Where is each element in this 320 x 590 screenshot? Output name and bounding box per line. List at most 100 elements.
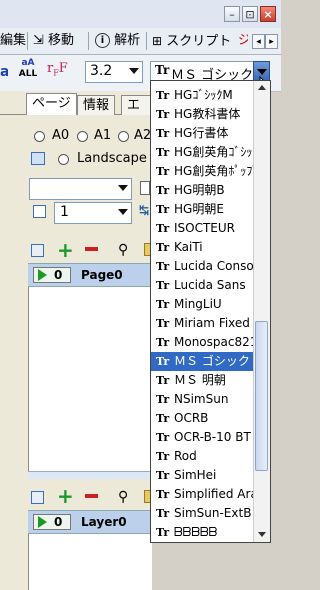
scroll-down-icon[interactable] [258, 532, 266, 537]
font-option[interactable]: Tr HG明朝E [151, 200, 255, 219]
add-page-button[interactable]: + [57, 238, 74, 262]
copy-page-icon[interactable] [31, 244, 44, 257]
font-option[interactable]: Tr OCR-B-10 BT [151, 428, 255, 447]
font-option[interactable]: Tr Monospac821 [151, 333, 255, 352]
scrollbar-thumb[interactable] [255, 321, 268, 471]
font-dropdown-list[interactable]: TrHGｺﾞｼｯｸMTrHG教科書体TrHG行書体TrHG創英角ｺﾞｼｯｸUBT… [150, 80, 271, 543]
remove-layer-button[interactable] [85, 494, 98, 498]
font-option[interactable]: Tr ＭＳ 明朝 [151, 371, 255, 390]
font-option-label: HG創英角ﾎﾟｯﾌﾟ体 [174, 164, 255, 178]
font-option[interactable]: Tr ᗷᗷᗷᗷᗷ [151, 523, 255, 542]
truetype-icon: Tr [156, 184, 170, 197]
font-format-icon[interactable]: rFF [47, 61, 68, 78]
font-option[interactable]: Tr HGｺﾞｼｯｸM [151, 86, 255, 105]
radio-a0[interactable] [34, 131, 45, 142]
chevron-down-icon [129, 68, 139, 74]
close-button[interactable]: × [260, 6, 276, 22]
chevron-down-icon [118, 209, 128, 215]
radio-a0-label: A0 [52, 128, 70, 143]
paper-select[interactable] [29, 178, 132, 200]
truetype-icon: Tr [156, 469, 170, 482]
font-option[interactable]: Tr HG創英角ｺﾞｼｯｸUB [151, 143, 255, 162]
truetype-icon: Tr [156, 146, 170, 159]
menu-separator [88, 32, 89, 50]
font-option[interactable]: Tr SimSun-ExtB [151, 504, 255, 523]
truetype-icon: Tr [156, 298, 170, 311]
ruler-icon[interactable]: ↹ [139, 203, 149, 217]
page-setup-icon[interactable] [140, 181, 150, 195]
restore-button[interactable]: ⊡ [242, 6, 258, 22]
truetype-icon: Tr [156, 127, 170, 140]
tab-edit[interactable]: エデ [121, 95, 152, 115]
menu-separator [27, 32, 28, 50]
page-number-select[interactable]: 1 [54, 202, 132, 224]
menu-edit[interactable]: 編集 [0, 31, 26, 51]
menu-move-label: 移動 [48, 33, 75, 48]
font-option[interactable]: Tr ISOCTEUR [151, 219, 255, 238]
font-option-label: OCR-B-10 BT [174, 430, 251, 444]
layer-properties-icon[interactable]: ⚲ [118, 489, 128, 505]
radio-a2[interactable] [118, 131, 129, 142]
chevron-down-icon [118, 185, 128, 191]
font-option-label: SimSun-ExtB [174, 506, 252, 520]
remove-page-button[interactable] [85, 247, 98, 251]
all-label: ALL [18, 69, 38, 79]
font-option-label: Rod [174, 449, 197, 463]
layer-name: Layer0 [81, 515, 127, 529]
font-option[interactable]: Tr Lucida Sans [151, 276, 255, 295]
font-size-select[interactable]: 3.2 [85, 61, 143, 83]
menu-separator [146, 32, 147, 50]
menu-move[interactable]: ⇲ 移動 [33, 31, 74, 51]
text-size-icon[interactable]: a [0, 58, 8, 86]
splitter[interactable] [28, 471, 152, 479]
scroll-up-icon[interactable] [258, 85, 266, 90]
page-properties-icon[interactable]: ⚲ [118, 242, 128, 258]
truetype-icon: Tr [156, 488, 170, 501]
font-option[interactable]: Tr KaiTi [151, 238, 255, 257]
font-option[interactable]: Tr Miriam Fixed [151, 314, 255, 333]
page-number-value: 1 [60, 204, 69, 220]
truetype-icon: Tr [156, 222, 170, 235]
tab-info[interactable]: 情報 [77, 95, 116, 115]
menu-scroll-left[interactable]: ◂ [252, 34, 265, 49]
font-option[interactable]: Tr OCRB [151, 409, 255, 428]
truetype-icon: Tr [156, 355, 170, 368]
layer-visibility-toggle[interactable]: 0 [33, 514, 71, 530]
page-name: Page0 [81, 268, 123, 282]
font-option[interactable]: Tr HG創英角ﾎﾟｯﾌﾟ体 [151, 162, 255, 181]
dropdown-scrollbar[interactable] [253, 81, 270, 542]
truetype-icon: Tr [156, 279, 170, 292]
font-option[interactable]: Tr HG明朝B [151, 181, 255, 200]
play-icon [38, 516, 47, 528]
font-option[interactable]: Tr HG行書体 [151, 124, 255, 143]
font-option[interactable]: Tr SimHei [151, 466, 255, 485]
chevron-down-icon [257, 69, 267, 75]
font-option[interactable]: Tr HG教科書体 [151, 105, 255, 124]
add-layer-button[interactable]: + [57, 484, 74, 508]
font-option-label: ＭＳ ゴシック [174, 354, 250, 368]
copy-layer-icon[interactable] [31, 491, 44, 504]
radio-a1[interactable] [77, 131, 88, 142]
font-option-label: Simplified Arabic [174, 487, 255, 501]
font-option[interactable]: Tr MingLiU [151, 295, 255, 314]
menu-analyze[interactable]: i 解析 [95, 31, 140, 51]
all-fonts-icon[interactable]: aA ALL [17, 58, 39, 86]
minimize-button[interactable]: – [224, 6, 240, 22]
page-visibility-toggle[interactable]: 0 [33, 267, 71, 283]
font-option-label: NSimSun [174, 392, 229, 406]
font-option-label: SimHei [174, 468, 217, 482]
font-option-label: HG創英角ｺﾞｼｯｸUB [174, 145, 255, 159]
font-option[interactable]: Tr ＭＳ ゴシック [151, 352, 255, 371]
menu-overflow-item[interactable]: ジ [238, 31, 248, 51]
font-option[interactable]: Tr NSimSun [151, 390, 255, 409]
radio-landscape[interactable] [58, 154, 69, 165]
font-option[interactable]: Tr Lucida Console [151, 257, 255, 276]
font-option[interactable]: Tr Simplified Arabic [151, 485, 255, 504]
font-option[interactable]: Tr Rod [151, 447, 255, 466]
menu-scroll-right[interactable]: ▸ [265, 34, 278, 49]
truetype-icon: Tr [156, 431, 170, 444]
tab-page[interactable]: ページ [26, 93, 77, 115]
truetype-icon: Tr [156, 412, 170, 425]
menu-script[interactable]: ⊞ スクリプト [152, 31, 231, 51]
radio-a1-label: A1 [94, 128, 112, 143]
